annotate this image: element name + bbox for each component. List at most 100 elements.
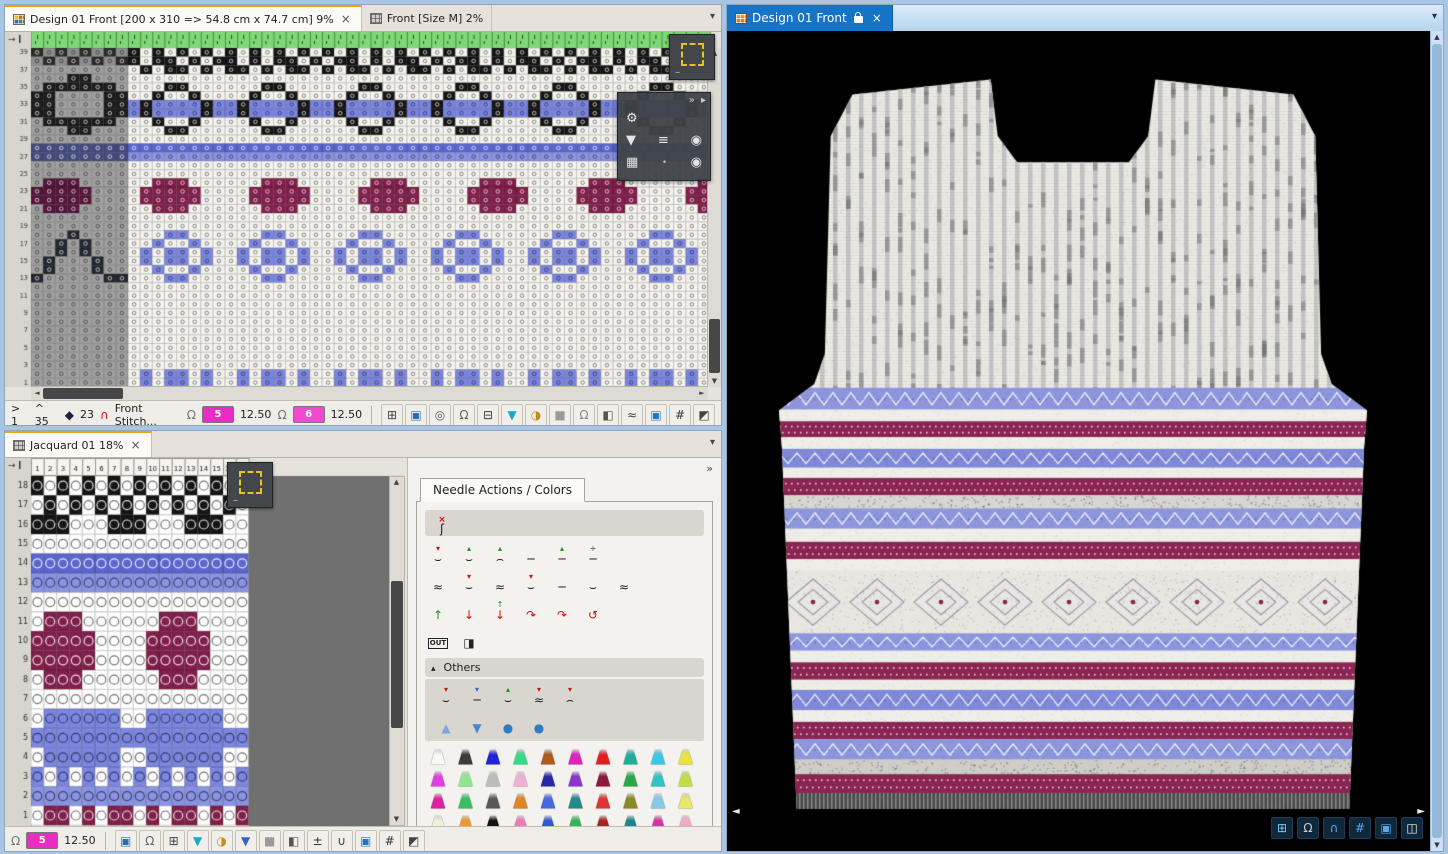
yarn-cone[interactable]	[649, 749, 667, 765]
yarn-cone[interactable]	[484, 815, 502, 826]
tab-jacquard-01[interactable]: Jacquard 01 18% ×	[5, 431, 152, 457]
yarn-cone[interactable]	[484, 771, 502, 787]
yarn-cone[interactable]	[677, 749, 695, 765]
loop-transfer-icon[interactable]: ▾⌣	[520, 571, 542, 593]
blue-up-icon[interactable]: ▲	[435, 712, 457, 734]
chevron-down-icon[interactable]: ▾	[1432, 11, 1437, 22]
drop-icon[interactable]: ÷─	[582, 543, 604, 565]
yarn-cone[interactable]	[484, 749, 502, 765]
module-grid-icon[interactable]: ⊟	[477, 404, 499, 426]
scrollbar-thumb[interactable]	[43, 388, 123, 399]
minimize-icon[interactable]: –	[233, 495, 238, 506]
technical-view-icon[interactable]: Ω	[139, 830, 161, 852]
rotate-cw-icon[interactable]: ↷	[520, 599, 542, 621]
pattern-grid-icon[interactable]: ▦	[626, 156, 638, 170]
yarn-cone[interactable]	[512, 793, 530, 809]
yarn-cone[interactable]	[594, 749, 612, 765]
half-view-icon[interactable]: ◧	[283, 830, 305, 852]
scrollbar-thumb[interactable]	[709, 319, 720, 373]
loop-icon[interactable]: ≈	[489, 571, 511, 593]
yarn-path-icon[interactable]: ≈	[621, 404, 643, 426]
arrow-right-icon[interactable]: ▸	[701, 95, 706, 106]
floating-selection-tool-button[interactable]: –	[227, 462, 273, 508]
chevron-down-icon[interactable]: ▾	[710, 11, 715, 22]
pattern-grid-canvas[interactable]	[5, 32, 722, 387]
yarn-color-chip[interactable]: 6	[293, 406, 325, 423]
grid-hash-icon[interactable]: #	[379, 830, 401, 852]
other-transfer5-icon[interactable]: ▾⌢	[559, 684, 581, 706]
racking-up-icon[interactable]: ↑	[427, 599, 449, 621]
yarn-cone[interactable]	[539, 815, 557, 826]
yarn-color-chip[interactable]: 5	[26, 832, 58, 849]
yarn-cone[interactable]	[677, 771, 695, 787]
minimize-icon[interactable]: –	[675, 67, 680, 78]
rotate-cw2-icon[interactable]: ↷	[551, 599, 573, 621]
half-view-icon[interactable]: ◧	[597, 404, 619, 426]
yarn-cone[interactable]	[567, 771, 585, 787]
yarn-cone[interactable]	[484, 793, 502, 809]
loop-icon[interactable]: ∪	[331, 830, 353, 852]
jacquard-grid-canvas[interactable]	[5, 458, 405, 826]
blue-down-icon[interactable]: ▼	[466, 712, 488, 734]
yarn-cone[interactable]	[512, 749, 530, 765]
blue-dot1-icon[interactable]: ●	[497, 712, 519, 734]
split-view-icon[interactable]: ◩	[693, 404, 715, 426]
yarn-cone[interactable]	[512, 771, 530, 787]
fabric-view-icon[interactable]: ▣	[405, 404, 427, 426]
float-icon[interactable]: ─	[551, 571, 573, 593]
yarn-cone[interactable]	[567, 815, 585, 826]
knit-transfer-icon[interactable]: ▾⌣	[458, 571, 480, 593]
knit-back-icon[interactable]: ⌣	[582, 571, 604, 593]
scroll-down-icon[interactable]: ▼	[708, 376, 721, 387]
cascade-icon[interactable]: ≡	[658, 134, 669, 148]
technical-view-icon[interactable]: Ω	[453, 404, 475, 426]
split-view-icon[interactable]: ◫	[1401, 817, 1423, 839]
loops-view-icon[interactable]: ∩	[1323, 817, 1345, 839]
chevron-down-icon[interactable]: ▾	[710, 437, 715, 448]
split-cell-icon[interactable]: ◨	[458, 627, 480, 649]
front-view-icon[interactable]: ▼	[187, 830, 209, 852]
close-icon[interactable]: ×	[128, 438, 142, 452]
timing-icon[interactable]: ◑	[211, 830, 233, 852]
yarn-cone[interactable]	[567, 749, 585, 765]
knit-front-icon[interactable]: ≈	[427, 571, 449, 593]
back-view-icon[interactable]: ▼	[235, 830, 257, 852]
collapse-icon[interactable]: ▴	[431, 664, 436, 674]
front-view-icon[interactable]: ▼	[501, 404, 523, 426]
gray-block-icon[interactable]: ■	[549, 404, 571, 426]
floating-selection-tool-button[interactable]: –	[669, 34, 715, 80]
transfer-back-icon[interactable]: ▴⌣	[458, 543, 480, 565]
eye-icon[interactable]: ◉	[691, 134, 702, 148]
yarn-cone[interactable]	[622, 793, 640, 809]
expand-icon[interactable]: »	[689, 95, 695, 106]
yarn-field-icon[interactable]: ◎	[429, 404, 451, 426]
monitor-icon[interactable]: ▣	[355, 830, 377, 852]
yarn-cone[interactable]	[594, 793, 612, 809]
racking-down-icon[interactable]: ↓	[458, 599, 480, 621]
scroll-up-icon[interactable]: ▲	[390, 477, 403, 488]
yarn-cone[interactable]	[649, 793, 667, 809]
yarn-cone[interactable]	[539, 749, 557, 765]
other-transfer1-icon[interactable]: ▾⌣	[435, 684, 457, 706]
expand-icon[interactable]: »	[706, 462, 713, 475]
split-view-icon[interactable]: ◩	[403, 830, 425, 852]
paint-bucket-icon[interactable]: ◆	[65, 408, 74, 422]
person-icon[interactable]: Ω	[573, 404, 595, 426]
tab-design-01-front[interactable]: Design 01 Front [200 x 310 => 54.8 cm x …	[5, 5, 362, 31]
scroll-down-icon[interactable]: ▼	[390, 814, 403, 825]
scroll-up-icon[interactable]: ▲	[1431, 31, 1443, 43]
yarn-cone[interactable]	[594, 771, 612, 787]
other-transfer2-icon[interactable]: ▾─	[466, 684, 488, 706]
scroll-down-icon[interactable]: ▼	[1431, 839, 1443, 851]
others-section-header[interactable]: ▴Others	[425, 658, 704, 677]
yarn-cone[interactable]	[677, 793, 695, 809]
yarn-cone[interactable]	[429, 793, 447, 809]
tab-design-01-front-view[interactable]: Design 01 Front ×	[727, 5, 893, 31]
yarn-cone[interactable]	[622, 771, 640, 787]
scrollbar-thumb[interactable]	[1432, 44, 1442, 838]
yarn-cone[interactable]	[429, 749, 447, 765]
yarn-cone[interactable]	[429, 771, 447, 787]
transfer-up-icon[interactable]: ▴⌢	[489, 543, 511, 565]
yarn-cone[interactable]	[677, 815, 695, 826]
dot-icon[interactable]: •	[662, 156, 667, 170]
